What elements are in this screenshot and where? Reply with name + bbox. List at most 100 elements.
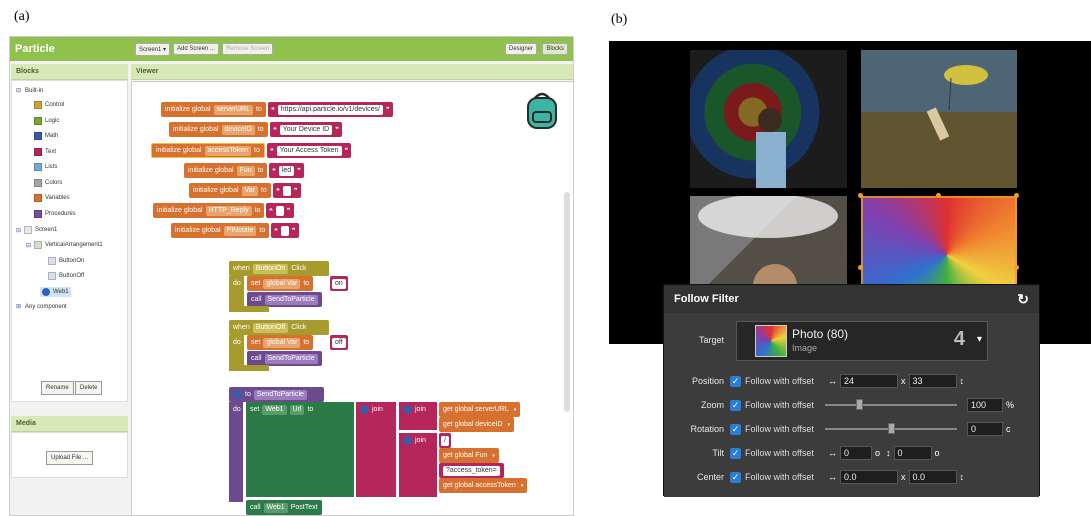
call-sendtoparticle-block[interactable]: call SendToParticle [247, 292, 322, 307]
text-value-block[interactable]: ❝ https://api.particle.io/v1/devices/❞ [268, 102, 393, 117]
text-value-block[interactable]: ❝ Your Device ID ❞ [270, 122, 342, 137]
photo-umbrella-woman[interactable] [690, 50, 847, 188]
builtin-item-logic[interactable]: Logic [34, 116, 59, 125]
procedure-sendtoparticle[interactable]: to SendToParticle [229, 387, 324, 402]
join-block-2[interactable]: join [399, 433, 430, 448]
text-value-block[interactable]: ❝ Your Access Token ❞ [267, 143, 352, 158]
text-value[interactable] [280, 225, 289, 236]
tilt-x-input[interactable]: 0 [840, 446, 872, 460]
var-name-field[interactable]: PINstate [223, 225, 257, 236]
screen-dropdown[interactable]: Screen1 ▾ [135, 42, 171, 56]
builtin-item-text[interactable]: Text [34, 147, 56, 156]
target-selector[interactable]: Photo (80) Image 4 ▾ [736, 321, 988, 361]
text-value[interactable] [275, 205, 284, 216]
get-accesstoken-block[interactable]: get global accessToken ▾ [439, 478, 528, 493]
var-name-field[interactable]: HTTP_Reply [205, 205, 252, 216]
text-value-block[interactable]: ❝ ❞ [266, 203, 294, 218]
get-serverurl-block[interactable]: get global serverURL ▾ [439, 402, 521, 417]
set-web1-url-block[interactable]: set Web1 Url to [246, 402, 317, 417]
delete-button[interactable]: Delete [75, 381, 103, 395]
center-y-input[interactable]: 0.0 [908, 470, 957, 484]
rename-button[interactable]: Rename [41, 381, 74, 395]
tree-vertical-arrangement[interactable]: ⊟ VerticalArrangement1 [26, 241, 103, 249]
resize-handle[interactable] [858, 265, 863, 270]
set-var-on-block[interactable]: set global Var to [247, 276, 314, 291]
resize-handle[interactable] [1014, 265, 1019, 270]
resize-handle[interactable] [936, 193, 941, 198]
text-off-block[interactable]: off [330, 335, 348, 350]
photo-jumping-umbrella[interactable] [861, 50, 1017, 188]
get-fun-block[interactable]: get global Fun ▾ [439, 448, 499, 463]
tilt-checkbox[interactable]: ✓ [730, 447, 741, 459]
init-global-var[interactable]: initialize global Var to [189, 183, 271, 198]
resize-handle[interactable] [858, 193, 863, 198]
center-x-input[interactable]: 0.0 [840, 470, 898, 484]
set-var-off-block[interactable]: set global Var to [247, 335, 314, 350]
text-value[interactable]: Your Device ID [279, 124, 333, 135]
blocks-canvas[interactable]: initialize global serverURL to ❝ https://api… [131, 81, 573, 515]
text-access-token-block[interactable]: ?access_token= [439, 463, 504, 478]
join-block-outer[interactable]: join [356, 402, 387, 417]
init-global-pinstate[interactable]: initialize global PINstate to [171, 223, 270, 238]
text-value-block[interactable]: ❝ ❞ [273, 183, 301, 198]
text-value[interactable]: led [278, 165, 295, 176]
upload-file-button[interactable]: Upload File ... [46, 451, 94, 465]
position-x-input[interactable]: 24 [840, 374, 898, 388]
globe-icon [42, 288, 50, 296]
init-global-accesstoken[interactable]: initialize global accessToken to [151, 143, 265, 158]
position-y-input[interactable]: 33 [908, 374, 957, 388]
builtin-item-lists[interactable]: Lists [34, 163, 57, 171]
text-value-block[interactable]: ❝ led ❞ [269, 163, 304, 178]
init-global-serverurl[interactable]: initialize global serverURL to [161, 102, 266, 117]
var-name-field[interactable]: accessToken [204, 145, 251, 156]
remove-screen-button[interactable]: Remove Screen [222, 43, 274, 55]
center-checkbox[interactable]: ✓ [730, 471, 741, 483]
builtin-item-control[interactable]: Control [34, 101, 64, 109]
call-web1-posttext-block[interactable]: call Web1 PostText [246, 500, 322, 515]
event-buttonoff-click[interactable]: when ButtonOff Click [229, 320, 329, 335]
tree-any-component[interactable]: ⊞ Any component [16, 303, 67, 311]
add-screen-button[interactable]: Add Screen ... [173, 43, 220, 55]
reset-icon[interactable]: ↻ [1017, 291, 1029, 308]
var-name-field[interactable]: Var [241, 185, 258, 196]
designer-button[interactable]: Designer [504, 43, 537, 55]
var-name-field[interactable]: serverURL [213, 104, 253, 115]
call-sendtoparticle-block[interactable]: call SendToParticle [247, 351, 322, 366]
resize-handle[interactable] [1014, 193, 1019, 198]
tilt-y-input[interactable]: 0 [893, 446, 932, 460]
rotation-input[interactable]: 0 [967, 422, 1003, 436]
text-value[interactable] [282, 185, 291, 196]
builtin-item-colors[interactable]: Colors [34, 178, 62, 187]
rotation-checkbox[interactable]: ✓ [730, 423, 741, 435]
builtin-item-variables[interactable]: Variables [34, 194, 70, 202]
tree-screen1[interactable]: ⊟ Screen1 [16, 226, 57, 234]
blocks-button[interactable]: Blocks [542, 43, 568, 55]
tree-buttonoff[interactable]: ButtonOff [48, 272, 84, 280]
zoom-input[interactable]: 100 [967, 398, 1003, 412]
text-value[interactable]: Your Access Token [276, 145, 342, 156]
text-value-block[interactable]: ❝ ❞ [271, 223, 299, 238]
builtin-item-math[interactable]: Math [34, 132, 58, 140]
event-buttonon-click[interactable]: when ButtonOn Click [229, 261, 329, 276]
builtin-item-procedures[interactable]: Procedures [34, 209, 76, 218]
zoom-checkbox[interactable]: ✓ [730, 399, 741, 411]
text-on-block[interactable]: on [330, 276, 348, 291]
var-name-field[interactable]: Fun [236, 165, 255, 176]
tree-web1[interactable]: Web1 [40, 287, 71, 297]
get-deviceid-block[interactable]: get global deviceID ▾ [439, 417, 515, 432]
position-checkbox[interactable]: ✓ [730, 375, 741, 387]
backpack-icon[interactable] [525, 90, 559, 130]
join-block-1[interactable]: join [399, 402, 430, 417]
text-value[interactable]: https://api.particle.io/v1/devices/ [277, 104, 383, 115]
init-global-fun[interactable]: initialize global Fun to [184, 163, 268, 178]
tree-builtin[interactable]: ⊟ Built-in [16, 87, 43, 95]
vertical-scrollbar[interactable] [564, 192, 570, 412]
follow-text: Follow with offset [745, 448, 814, 458]
text-slash-block[interactable]: / [439, 433, 451, 448]
var-name-field[interactable]: deviceID [221, 124, 255, 135]
init-global-http_reply[interactable]: initialize global HTTP_Reply to [153, 203, 265, 218]
zoom-slider[interactable] [825, 398, 957, 412]
rotation-slider[interactable] [825, 422, 957, 436]
init-global-deviceid[interactable]: initialize global deviceID to [169, 122, 268, 137]
tree-buttonon[interactable]: ButtonOn [48, 257, 84, 265]
